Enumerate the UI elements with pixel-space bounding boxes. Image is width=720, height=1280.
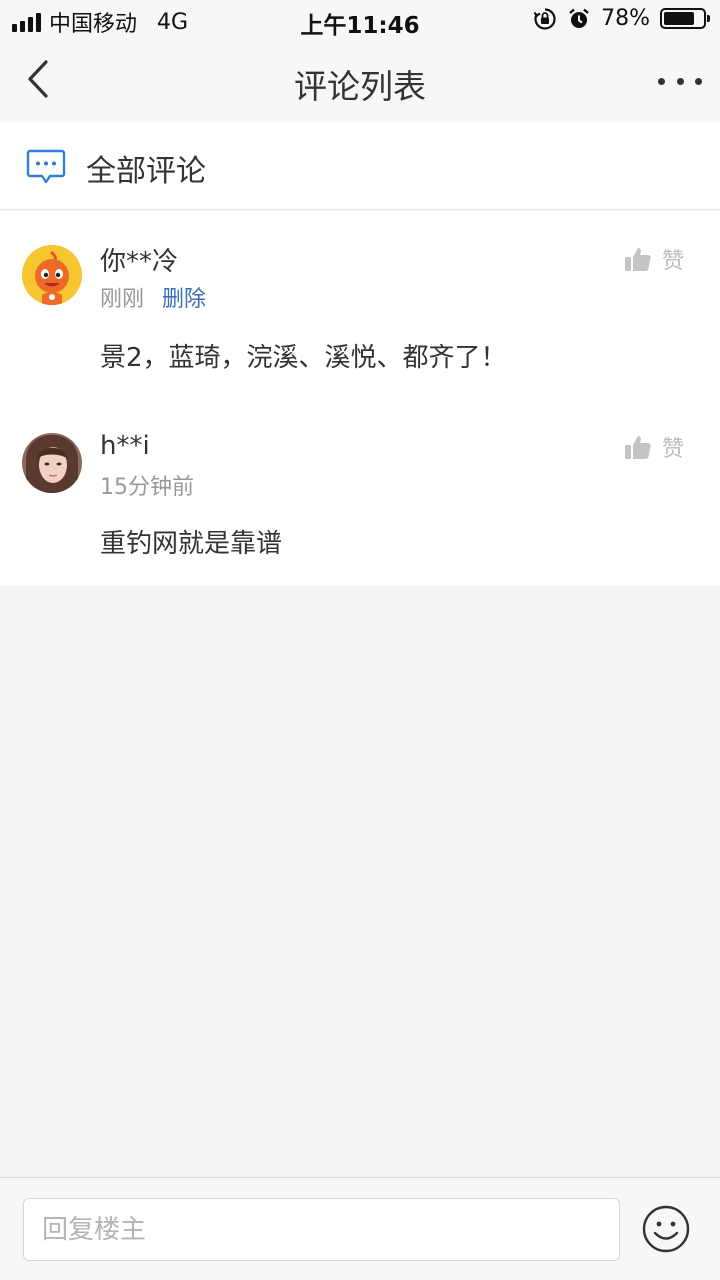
more-dot-icon (695, 77, 702, 85)
comment-item: h**i 15分钟前 重钓网就是靠谱 赞 (0, 401, 720, 586)
battery-icon (660, 8, 710, 29)
section-header: 全部评论 (0, 122, 720, 210)
thumbs-up-icon (624, 248, 651, 272)
comment-username[interactable]: h**i (100, 431, 150, 461)
user-photo-avatar-icon (22, 433, 82, 493)
comment-content: 景2，蓝琦，浣溪、溪悦、都齐了！ (100, 343, 507, 373)
battery-percent: 78% (601, 6, 650, 31)
status-right: 78% (533, 6, 710, 31)
alarm-icon (569, 8, 589, 28)
comment-time: 15分钟前 (100, 475, 194, 500)
mascot-avatar-icon (22, 245, 82, 305)
avatar[interactable] (22, 433, 82, 493)
rotation-lock-icon (533, 7, 556, 30)
reply-bar (0, 1177, 720, 1280)
section-title: 全部评论 (86, 154, 206, 189)
emoji-button[interactable] (641, 1204, 691, 1254)
reply-input[interactable] (23, 1198, 620, 1261)
page-title: 评论列表 (294, 67, 426, 106)
like-label: 赞 (661, 437, 684, 462)
comment-bubble-icon (26, 149, 66, 184)
like-label: 赞 (661, 249, 684, 274)
status-bar: 中国移动 4G 上午11:46 78% (0, 0, 720, 40)
more-options-button[interactable] (658, 68, 702, 94)
comment-content: 重钓网就是靠谱 (100, 529, 283, 559)
battery-cap (707, 15, 710, 22)
more-dot-icon (658, 77, 665, 85)
comment-time: 刚刚 (100, 287, 145, 312)
thumbs-up-icon (624, 436, 651, 460)
delete-button[interactable]: 删除 (162, 281, 206, 313)
like-button[interactable]: 赞 (624, 243, 684, 275)
comment-item: 你**冷 刚刚 删除 景2，蓝琦，浣溪、溪悦、都齐了！ 赞 (0, 211, 720, 401)
smiley-face-icon (642, 1205, 690, 1253)
avatar[interactable] (22, 245, 82, 305)
comment-meta: 15分钟前 (100, 469, 194, 501)
comment-list-screen: 中国移动 4G 上午11:46 78% 评论列表 全部评论 你**冷 刚刚 删除… (0, 0, 720, 1280)
comment-meta: 刚刚 删除 (100, 281, 206, 313)
comment-list: 你**冷 刚刚 删除 景2，蓝琦，浣溪、溪悦、都齐了！ 赞 h**i 15分钟前… (0, 211, 720, 586)
like-button[interactable]: 赞 (624, 431, 684, 463)
comment-username[interactable]: 你**冷 (100, 241, 178, 278)
more-dot-icon (676, 77, 684, 85)
navigation-bar: 评论列表 (0, 40, 720, 122)
battery-fill (664, 12, 694, 25)
